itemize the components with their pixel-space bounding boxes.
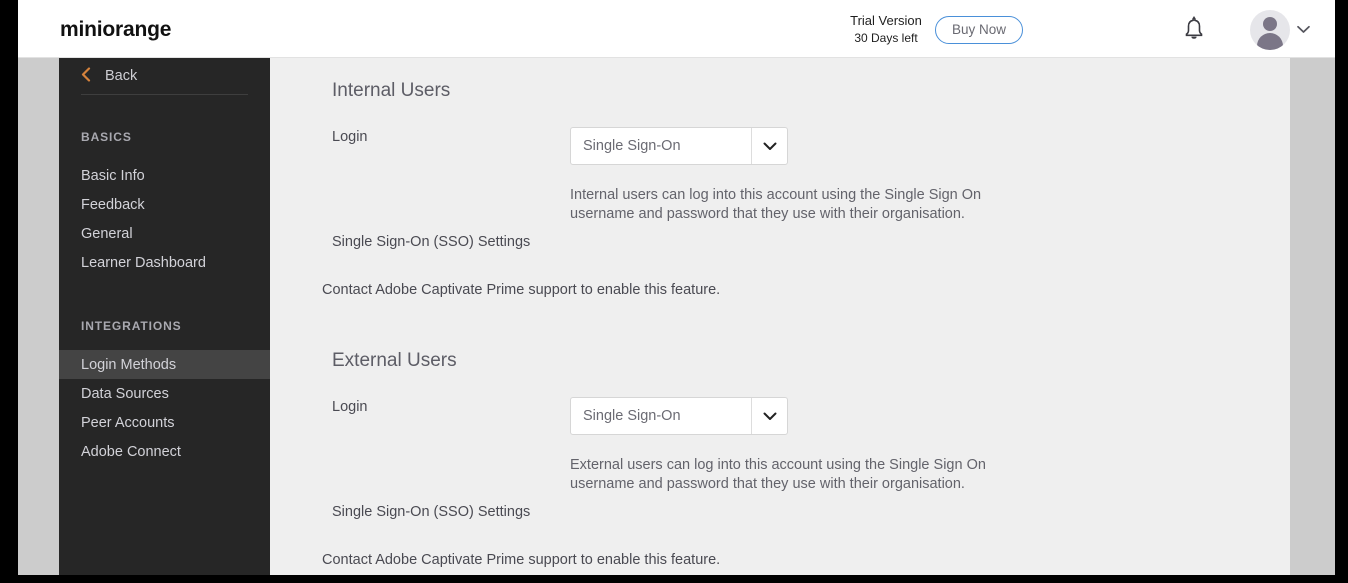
buy-now-button[interactable]: Buy Now — [935, 16, 1023, 44]
external-login-select[interactable]: Single Sign-On — [570, 397, 788, 435]
internal-contact-note: Contact Adobe Captivate Prime support to… — [322, 282, 721, 298]
sidebar-divider — [81, 94, 248, 95]
sidebar-item-data-sources[interactable]: Data Sources — [59, 379, 270, 408]
avatar-body — [1257, 33, 1283, 50]
sidebar-item-feedback[interactable]: Feedback — [59, 190, 270, 219]
sidebar-group-integrations: INTEGRATIONS — [81, 319, 182, 333]
chevron-down-icon — [751, 128, 787, 164]
sidebar: Back BASICS Basic Info Feedback General … — [59, 58, 270, 575]
internal-users-heading: Internal Users — [332, 80, 451, 101]
sidebar-item-learner-dashboard[interactable]: Learner Dashboard — [59, 248, 270, 277]
external-login-select-value: Single Sign-On — [583, 408, 681, 424]
app-window: miniorange Trial Version 30 Days left Bu… — [0, 0, 1348, 583]
sidebar-item-login-methods[interactable]: Login Methods — [59, 350, 270, 379]
sidebar-group-basics: BASICS — [81, 130, 132, 144]
trial-title: Trial Version — [850, 13, 922, 28]
user-menu[interactable] — [1250, 10, 1310, 50]
sidebar-item-peer-accounts[interactable]: Peer Accounts — [59, 408, 270, 437]
external-login-description: External users can log into this account… — [570, 457, 986, 492]
chevron-left-icon — [81, 66, 91, 86]
notifications-bell-icon[interactable] — [1181, 15, 1207, 43]
internal-login-label: Login — [332, 129, 368, 145]
sidebar-item-adobe-connect[interactable]: Adobe Connect — [59, 437, 270, 466]
page-body: Back BASICS Basic Info Feedback General … — [18, 58, 1335, 575]
external-sso-settings-label: Single Sign-On (SSO) Settings — [332, 504, 531, 520]
trial-status: Trial Version 30 Days left — [838, 12, 934, 46]
main-content: Internal Users Login Single Sign-On Inte… — [270, 58, 1290, 575]
app-header: miniorange Trial Version 30 Days left Bu… — [18, 0, 1335, 58]
brand-logo: miniorange — [60, 18, 172, 41]
internal-login-select[interactable]: Single Sign-On — [570, 127, 788, 165]
avatar — [1250, 10, 1290, 50]
trial-days-left: 30 Days left — [854, 30, 918, 45]
internal-login-select-value: Single Sign-On — [583, 138, 681, 154]
chevron-down-icon — [1297, 21, 1310, 39]
external-contact-note: Contact Adobe Captivate Prime support to… — [322, 552, 721, 568]
internal-sso-settings-label: Single Sign-On (SSO) Settings — [332, 234, 531, 250]
external-users-heading: External Users — [332, 350, 457, 371]
back-button[interactable]: Back — [59, 58, 270, 94]
sidebar-item-general[interactable]: General — [59, 219, 270, 248]
external-login-label: Login — [332, 399, 368, 415]
back-label: Back — [105, 68, 138, 84]
avatar-head — [1263, 17, 1277, 31]
internal-login-description: Internal users can log into this account… — [570, 187, 982, 222]
chevron-down-icon — [751, 398, 787, 434]
sidebar-item-basic-info[interactable]: Basic Info — [59, 161, 270, 190]
